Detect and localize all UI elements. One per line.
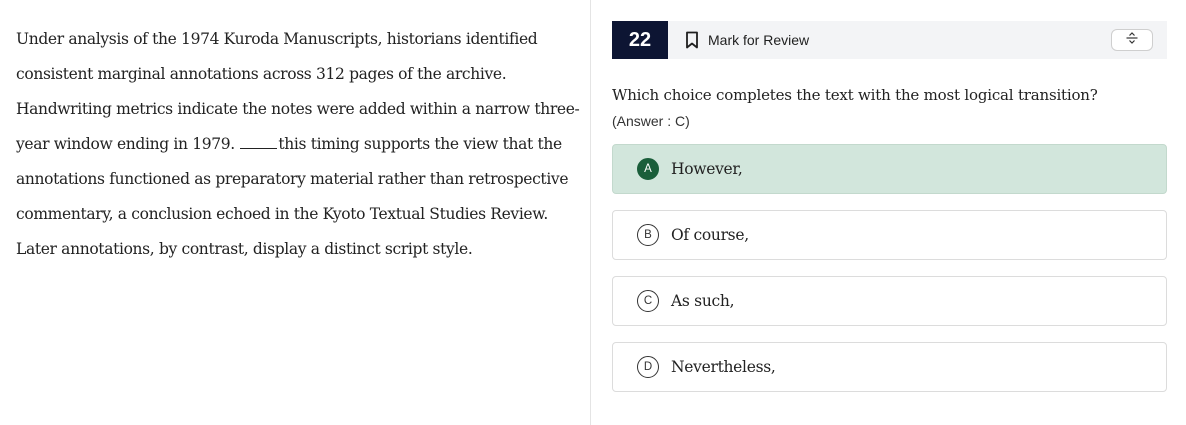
mark-for-review-label: Mark for Review — [708, 32, 810, 48]
strikethrough-tool-button[interactable] — [1111, 29, 1153, 51]
answer-note: (Answer : C) — [612, 113, 690, 129]
passage-after-blank: this timing supports the view that the a… — [16, 135, 569, 258]
choice-letter: B — [637, 224, 659, 246]
choice-text: As such, — [671, 292, 735, 310]
choice-letter: D — [637, 356, 659, 378]
passage-blank — [240, 135, 278, 149]
choice-text: However, — [671, 160, 743, 178]
choice-a[interactable]: A However, — [612, 144, 1167, 194]
passage-text: Under analysis of the 1974 Kuroda Manusc… — [16, 22, 581, 267]
bookmark-icon — [685, 31, 699, 49]
question-prompt: Which choice completes the text with the… — [612, 86, 1098, 104]
choice-b[interactable]: B Of course, — [612, 210, 1167, 260]
mark-for-review-button[interactable]: Mark for Review — [685, 31, 809, 49]
choice-d[interactable]: D Nevertheless, — [612, 342, 1167, 392]
question-number: 22 — [612, 21, 668, 59]
choice-text: Nevertheless, — [671, 358, 776, 376]
question-pane: 22 Mark for Review Which choice complete… — [592, 0, 1186, 425]
choice-letter: A — [637, 158, 659, 180]
choice-text: Of course, — [671, 226, 749, 244]
passage-pane: Under analysis of the 1974 Kuroda Manusc… — [0, 0, 591, 425]
strikethrough-icon — [1125, 31, 1139, 50]
choice-c[interactable]: C As such, — [612, 276, 1167, 326]
choice-letter: C — [637, 290, 659, 312]
question-header-bar: 22 Mark for Review — [612, 21, 1167, 59]
